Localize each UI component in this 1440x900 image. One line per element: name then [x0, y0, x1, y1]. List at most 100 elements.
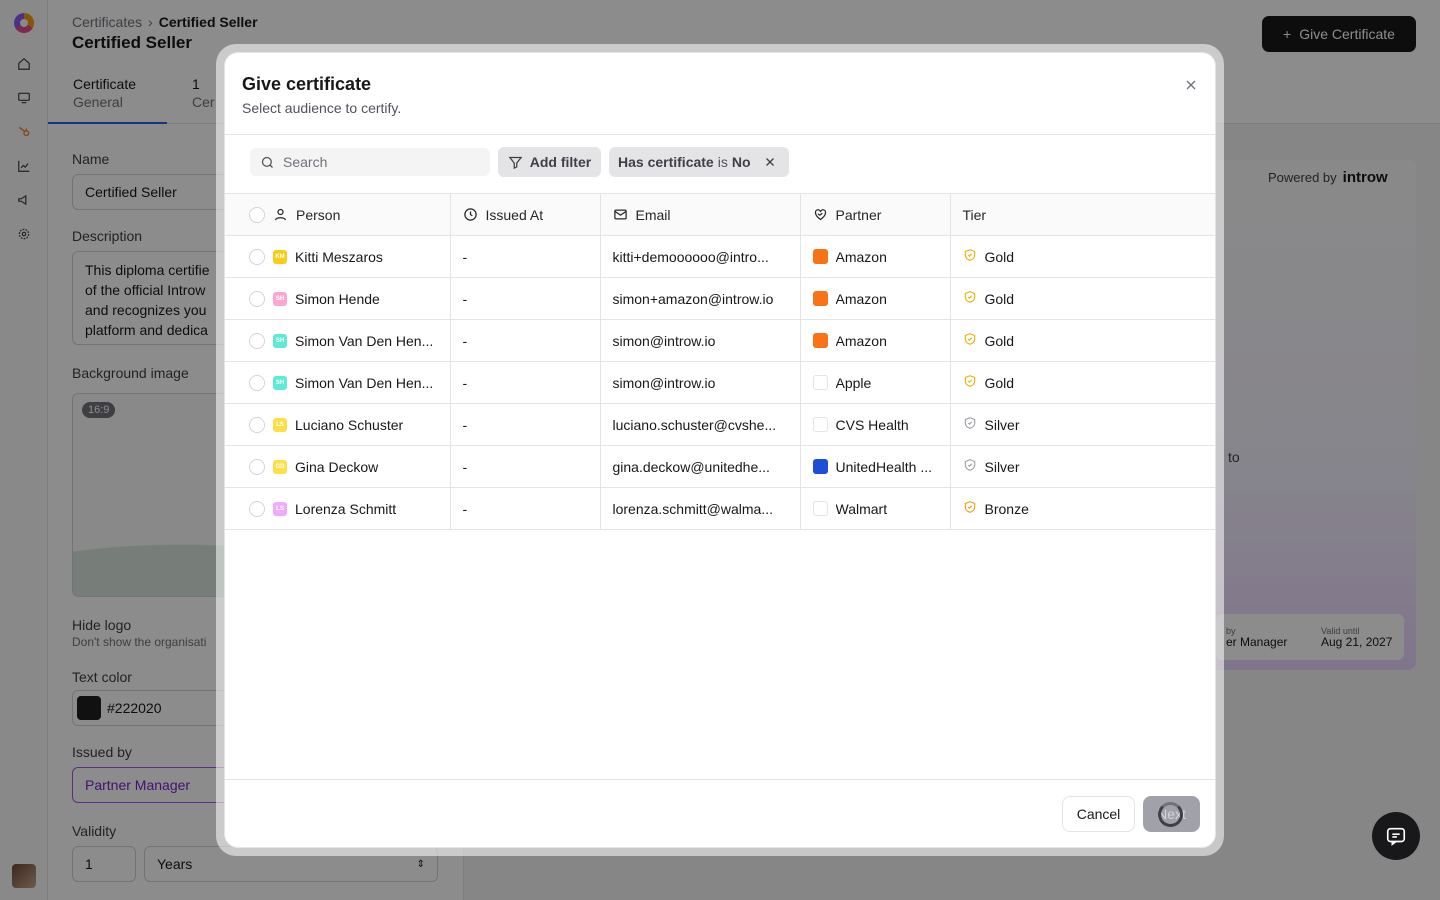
table-row[interactable]: GD Gina Deckow - gina.deckow@unitedhe... Uni…	[225, 445, 1215, 488]
partner-logo-icon	[812, 459, 828, 474]
row-checkbox[interactable]	[249, 248, 265, 265]
tier-name: Silver	[984, 416, 1020, 433]
row-checkbox[interactable]	[249, 374, 265, 391]
row-checkbox[interactable]	[249, 290, 265, 307]
partner-logo-icon	[812, 417, 828, 432]
column-issued-at[interactable]: Issued At	[450, 193, 601, 236]
cancel-button[interactable]: Cancel	[1062, 796, 1135, 832]
cell-email: kitti+demoooooo@intro...	[600, 235, 801, 278]
column-person[interactable]: Person	[225, 193, 451, 236]
email-value: simon+amazon@introw.io	[612, 290, 774, 307]
table-row[interactable]: SH Simon Hende - simon+amazon@introw.io Amaz…	[225, 277, 1215, 320]
cell-tier: Gold	[950, 235, 1215, 278]
tier-name: Silver	[984, 458, 1020, 475]
tier-shield-icon	[963, 290, 977, 307]
tier-name: Gold	[984, 248, 1015, 265]
cell-partner: CVS Health	[800, 403, 951, 446]
cell-person: SH Simon Van Den Hen...	[225, 361, 451, 404]
search-input[interactable]	[283, 154, 473, 170]
tier-name: Gold	[984, 374, 1015, 391]
issued-at-value: -	[462, 374, 468, 391]
filter-value: No	[731, 154, 751, 170]
column-label: Email	[635, 206, 671, 223]
person-name: Lorenza Schmitt	[295, 500, 397, 517]
handshake-heart-icon	[814, 209, 826, 221]
cell-partner: Amazon	[800, 235, 951, 278]
cell-email: lorenza.schmitt@walma...	[600, 487, 801, 530]
row-checkbox[interactable]	[249, 458, 265, 475]
person-name: Simon Van Den Hen...	[295, 374, 434, 391]
partner-name: Amazon	[835, 290, 887, 307]
email-value: simon@introw.io	[612, 374, 716, 391]
column-email[interactable]: Email	[600, 193, 801, 236]
cell-issued-at: -	[450, 403, 601, 446]
person-avatar: LS	[273, 501, 287, 516]
audience-table: Person Issued At Email Partner Tier KM Ki…	[225, 193, 1215, 530]
cell-partner: Amazon	[800, 319, 951, 362]
tier-shield-icon	[963, 374, 977, 391]
cell-partner: Walmart	[800, 487, 951, 530]
cell-issued-at: -	[450, 235, 601, 278]
tier-name: Gold	[984, 290, 1015, 307]
email-value: gina.deckow@unitedhe...	[612, 458, 770, 475]
chat-bubble-icon	[1386, 827, 1406, 846]
table-header-row: Person Issued At Email Partner Tier	[225, 193, 1215, 236]
filter-field: Has certificate	[618, 154, 714, 170]
cell-email: simon@introw.io	[600, 361, 801, 404]
cell-tier: Silver	[950, 403, 1215, 446]
email-value: kitti+demoooooo@intro...	[612, 248, 769, 265]
chat-launcher-button[interactable]	[1372, 812, 1420, 860]
tier-name: Bronze	[984, 500, 1029, 517]
table-row[interactable]: SH Simon Van Den Hen... - simon@introw.io Ap…	[225, 361, 1215, 404]
filter-operator: is	[717, 154, 728, 170]
table-row[interactable]: SH Simon Van Den Hen... - simon@introw.io Am…	[225, 319, 1215, 362]
issued-at-value: -	[462, 248, 468, 265]
person-name: Gina Deckow	[295, 458, 379, 475]
person-avatar: SH	[273, 291, 287, 306]
add-filter-button[interactable]: Add filter	[498, 147, 601, 177]
person-avatar: GD	[273, 459, 287, 474]
table-row[interactable]: LS Luciano Schuster - luciano.schuster@cvsh…	[225, 403, 1215, 446]
table-row[interactable]: LS Lorenza Schmitt - lorenza.schmitt@walma.…	[225, 487, 1215, 530]
cell-person: KM Kitti Meszaros	[225, 235, 451, 278]
partner-logo-icon	[812, 249, 828, 264]
tier-shield-icon	[963, 416, 977, 433]
partner-name: CVS Health	[835, 416, 909, 433]
person-avatar: LS	[273, 417, 287, 432]
row-checkbox[interactable]	[249, 416, 265, 433]
cell-person: SH Simon Van Den Hen...	[225, 319, 451, 362]
table-row[interactable]: KM Kitti Meszaros - kitti+demoooooo@intro..…	[225, 235, 1215, 278]
cell-issued-at: -	[450, 319, 601, 362]
remove-filter-icon[interactable]	[763, 155, 777, 169]
cell-email: simon@introw.io	[600, 319, 801, 362]
issued-at-value: -	[462, 500, 468, 517]
select-all-checkbox[interactable]	[249, 206, 265, 223]
row-checkbox[interactable]	[249, 332, 265, 349]
filter-chip[interactable]: Has certificate is No	[609, 147, 789, 177]
close-icon[interactable]	[1183, 77, 1199, 93]
search-box[interactable]	[250, 148, 490, 176]
cell-person: GD Gina Deckow	[225, 445, 451, 488]
row-checkbox[interactable]	[249, 500, 265, 517]
partner-name: Walmart	[835, 500, 888, 517]
tier-name: Gold	[984, 332, 1015, 349]
partner-logo-icon	[812, 291, 828, 306]
dialog-header-divider	[225, 134, 1215, 135]
person-name: Simon Hende	[295, 290, 380, 307]
cell-tier: Silver	[950, 445, 1215, 488]
loading-spinner-icon	[1158, 802, 1183, 827]
tier-shield-icon	[963, 332, 977, 349]
person-name: Luciano Schuster	[295, 416, 404, 433]
column-tier[interactable]: Tier	[950, 193, 1215, 236]
tier-shield-icon	[963, 458, 977, 475]
filter-icon	[508, 156, 523, 169]
issued-at-value: -	[462, 416, 468, 433]
column-label: Tier	[962, 206, 987, 223]
partner-name: UnitedHealth ...	[835, 458, 933, 475]
cell-issued-at: -	[450, 277, 601, 320]
cell-issued-at: -	[450, 487, 601, 530]
mail-icon	[613, 209, 627, 220]
partner-name: Amazon	[835, 248, 887, 265]
person-icon	[274, 208, 287, 221]
column-partner[interactable]: Partner	[800, 193, 951, 236]
